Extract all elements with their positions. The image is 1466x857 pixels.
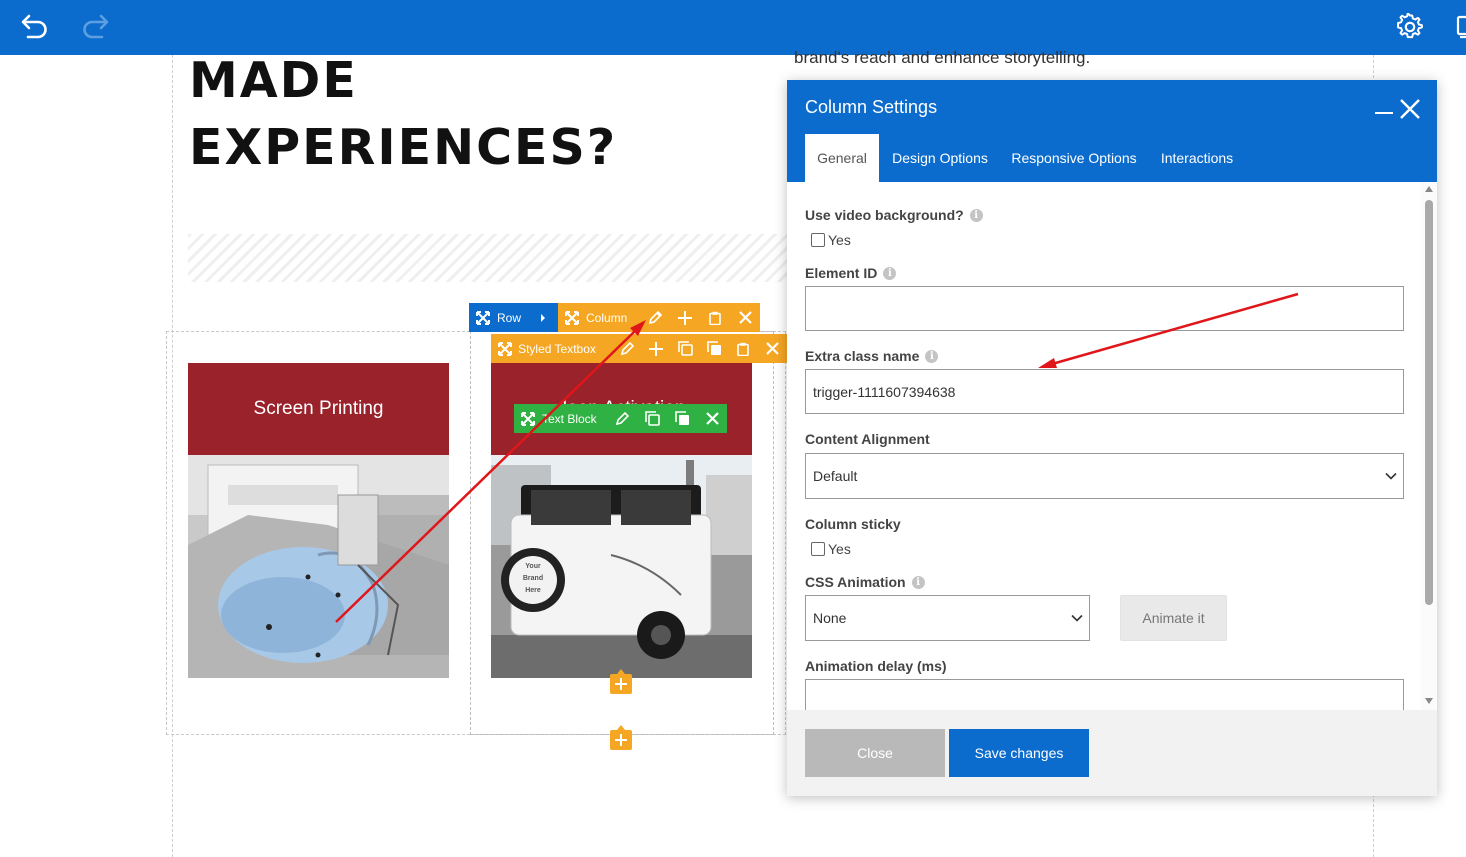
move-icon[interactable]: [491, 334, 518, 363]
content-alignment-select[interactable]: Default: [805, 453, 1404, 499]
row-label: Row: [497, 310, 522, 325]
move-icon[interactable]: [514, 404, 542, 433]
clipboard-icon[interactable]: [729, 334, 758, 363]
column-settings-modal: Column Settings General Design Options R…: [787, 80, 1437, 796]
column-sticky-checkbox[interactable]: [811, 542, 825, 556]
close-icon[interactable]: [730, 303, 760, 332]
pencil-icon[interactable]: [640, 303, 670, 332]
add-row-button[interactable]: [610, 725, 632, 750]
animation-delay-label-text: Animation delay (ms): [805, 658, 947, 674]
css-animation-select[interactable]: None: [805, 595, 1090, 641]
page-heading-line2: EXPERIENCES?: [189, 119, 618, 176]
modal-body: Use video background? i Yes Element ID i…: [787, 182, 1437, 710]
styled-textbox-toolbar[interactable]: Styled Textbox: [491, 334, 787, 363]
info-icon[interactable]: i: [925, 349, 939, 363]
content-alignment-label: Content Alignment: [805, 431, 930, 447]
video-bg-label-text: Use video background?: [805, 207, 964, 223]
move-icon[interactable]: [558, 303, 586, 332]
column-toolbar[interactable]: Column: [558, 303, 760, 332]
tab-responsive-options[interactable]: Responsive Options: [1007, 134, 1141, 182]
scroll-up-icon[interactable]: [1425, 186, 1433, 192]
gear-icon[interactable]: [1392, 10, 1428, 44]
duplicate-icon[interactable]: [700, 334, 729, 363]
modal-footer: Close Save changes: [787, 710, 1437, 796]
chevron-down-icon: [1071, 614, 1083, 622]
body-text: brand's reach and enhance storytelling.: [794, 48, 1091, 67]
css-animation-label-text: CSS Animation: [805, 574, 906, 590]
animation-delay-input[interactable]: [805, 679, 1404, 710]
move-icon[interactable]: [469, 303, 497, 332]
scrollbar-thumb[interactable]: [1425, 200, 1433, 605]
css-animation-value: None: [813, 610, 847, 626]
scroll-down-icon[interactable]: [1425, 698, 1433, 704]
info-icon[interactable]: i: [911, 575, 925, 589]
element-id-input[interactable]: [805, 286, 1404, 331]
close-icon[interactable]: [697, 404, 727, 433]
column-sticky-label-text: Column sticky: [805, 516, 901, 532]
tab-general[interactable]: General: [805, 134, 879, 182]
animate-it-button[interactable]: Animate it: [1120, 595, 1227, 641]
element-id-label-text: Element ID: [805, 265, 878, 281]
jeep-activation-image: Your Brand Here: [491, 455, 752, 678]
close-icon[interactable]: [758, 334, 787, 363]
responsive-view-icon[interactable]: [1450, 10, 1466, 44]
info-icon[interactable]: i: [883, 266, 897, 280]
column-label: Column: [586, 310, 628, 325]
pencil-icon[interactable]: [613, 334, 642, 363]
undo-icon[interactable]: [17, 10, 53, 44]
close-icon[interactable]: [1397, 96, 1423, 122]
card-title-screen-printing: Screen Printing: [188, 363, 449, 455]
tab-interactions[interactable]: Interactions: [1153, 134, 1241, 182]
animation-delay-label: Animation delay (ms): [805, 658, 947, 674]
video-bg-label: Use video background? i: [805, 207, 983, 223]
column-sticky-label: Column sticky: [805, 516, 901, 532]
video-bg-checkbox[interactable]: [811, 233, 825, 247]
css-animation-label: CSS Animation i: [805, 574, 925, 590]
screen-printing-image: [188, 455, 449, 678]
save-changes-button[interactable]: Save changes: [949, 729, 1089, 777]
caret-right-icon: [541, 314, 545, 322]
duplicate-icon[interactable]: [667, 404, 697, 433]
modal-title: Column Settings: [805, 97, 938, 117]
divider-pattern: [188, 234, 788, 282]
plus-icon[interactable]: [642, 334, 671, 363]
clipboard-icon[interactable]: [700, 303, 730, 332]
extra-class-label-text: Extra class name: [805, 348, 920, 364]
content-alignment-label-text: Content Alignment: [805, 431, 930, 447]
close-button[interactable]: Close: [805, 729, 945, 777]
chevron-down-icon: [1385, 472, 1397, 480]
column-sticky-option: Yes: [828, 541, 851, 557]
pencil-icon[interactable]: [607, 404, 637, 433]
minimize-icon[interactable]: [1375, 112, 1393, 114]
add-element-button[interactable]: [610, 669, 632, 694]
extra-class-input[interactable]: trigger-1111607394638: [805, 369, 1404, 414]
plus-icon[interactable]: [670, 303, 700, 332]
content-alignment-value: Default: [813, 468, 858, 484]
tire-cover-text: Your Brand Here: [522, 563, 544, 594]
row-toolbar[interactable]: Row: [469, 303, 558, 332]
video-bg-checkbox-row[interactable]: Yes: [811, 232, 851, 248]
styled-textbox-label: Styled Textbox: [518, 341, 596, 356]
copy-icon[interactable]: [637, 404, 667, 433]
redo-icon[interactable]: [77, 10, 113, 44]
info-icon[interactable]: i: [969, 208, 983, 222]
element-id-label: Element ID i: [805, 265, 897, 281]
tab-design-options[interactable]: Design Options: [885, 134, 995, 182]
page-heading-line1: MADE: [189, 52, 358, 109]
column-sticky-checkbox-row[interactable]: Yes: [811, 541, 851, 557]
text-block-label: Text Block: [542, 411, 597, 426]
text-block-toolbar[interactable]: Text Block: [514, 404, 727, 433]
extra-class-label: Extra class name i: [805, 348, 939, 364]
modal-header: Column Settings General Design Options R…: [787, 80, 1437, 182]
video-bg-option: Yes: [828, 232, 851, 248]
copy-icon[interactable]: [671, 334, 700, 363]
top-toolbar: [0, 0, 1466, 55]
plus-icon: [615, 734, 627, 746]
plus-icon: [615, 678, 627, 690]
